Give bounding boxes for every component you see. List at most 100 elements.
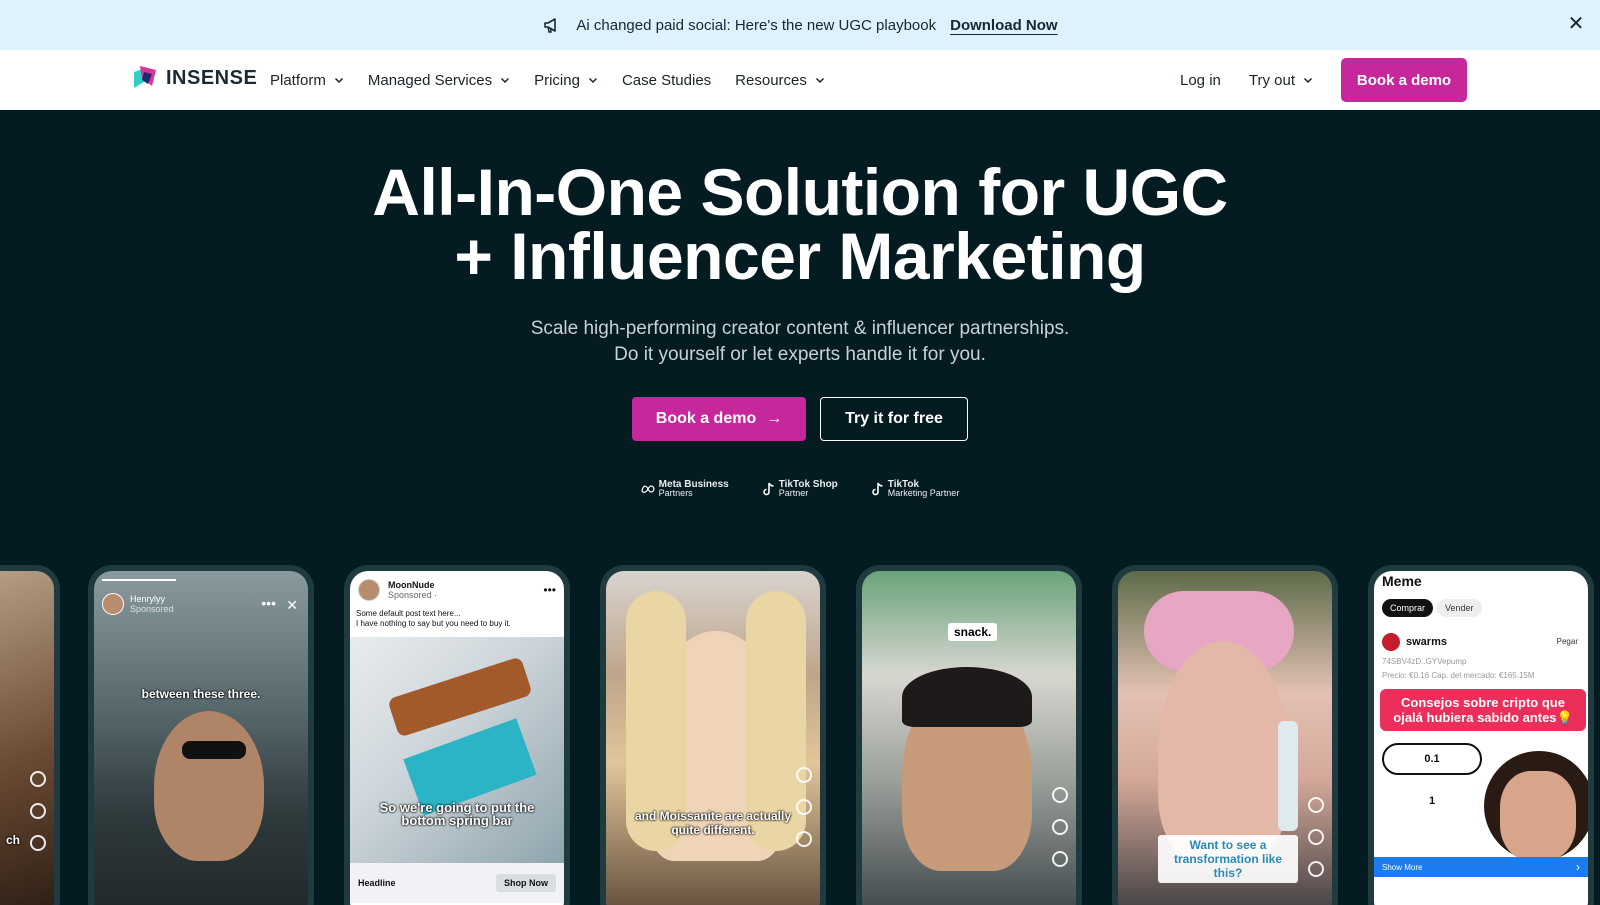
chevron-down-icon bbox=[815, 77, 824, 84]
video-caption: Consejos sobre cripto que ojalá hubiera … bbox=[1380, 689, 1586, 731]
video-caption: So we're going to put the bottom spring … bbox=[350, 801, 564, 827]
creator-video-carousel[interactable]: ch Henrylyy Sponsored ✕ ••• between these… bbox=[0, 565, 1600, 905]
post-footer: Headline Shop Now bbox=[350, 863, 564, 903]
comment-icon[interactable] bbox=[1052, 819, 1068, 835]
nav-item-case-studies[interactable]: Case Studies bbox=[622, 72, 711, 89]
hero-subtitle-line: Scale high-performing creator content & … bbox=[530, 318, 1070, 339]
book-demo-button[interactable]: Book a demo bbox=[1341, 58, 1467, 102]
heart-icon[interactable] bbox=[30, 771, 46, 787]
heart-icon[interactable] bbox=[796, 767, 812, 783]
page-name: MoonNude bbox=[388, 580, 435, 590]
headline-text: Headline bbox=[358, 878, 396, 888]
video-caption: between these three. bbox=[141, 687, 261, 701]
share-icon[interactable] bbox=[1052, 851, 1068, 867]
post-text-line: Some default post text here... bbox=[356, 609, 461, 618]
tiktok-icon bbox=[762, 482, 774, 496]
nav-item-platform[interactable]: Platform bbox=[270, 72, 344, 89]
partner-line: Marketing Partner bbox=[887, 488, 960, 498]
more-icon[interactable]: ••• bbox=[543, 583, 556, 597]
partner-badges: Meta Business Partners TikTok Shop Partner… bbox=[0, 480, 1600, 498]
hair bbox=[902, 667, 1032, 727]
partner-badge-tiktok-shop: TikTok Shop Partner bbox=[762, 480, 838, 498]
heart-icon[interactable] bbox=[1308, 797, 1324, 813]
video-actions bbox=[796, 767, 812, 847]
megaphone-icon bbox=[544, 18, 557, 33]
crypto-app-screen: Meme Comprar Vender swarms Pegar 74SBV4z… bbox=[1374, 571, 1588, 905]
close-icon[interactable]: ✕ bbox=[286, 597, 298, 614]
logo[interactable]: INSENSE bbox=[132, 64, 257, 92]
amount-option[interactable]: 0.1 bbox=[1382, 743, 1482, 775]
partner-line: Partner bbox=[778, 488, 809, 498]
nav-item-managed-services[interactable]: Managed Services bbox=[368, 72, 510, 89]
main-nav: INSENSE Platform Managed Services Pricin… bbox=[0, 50, 1600, 110]
video-screen: ch bbox=[0, 571, 54, 905]
chevron-right-icon: › bbox=[1576, 860, 1580, 874]
download-now-link[interactable]: Download Now bbox=[950, 17, 1058, 34]
share-icon[interactable] bbox=[30, 835, 46, 851]
progress-bar bbox=[102, 579, 176, 581]
comment-icon[interactable] bbox=[1308, 829, 1324, 845]
buy-tab[interactable]: Comprar bbox=[1382, 599, 1434, 617]
paste-button[interactable]: Pegar bbox=[1557, 637, 1578, 646]
phone-card[interactable]: Meme Comprar Vender swarms Pegar 74SBV4z… bbox=[1368, 565, 1594, 905]
nav-actions: Log in Try out Book a demo bbox=[1180, 58, 1467, 102]
hero-subtitle-line: Do it yourself or let experts handle it … bbox=[614, 344, 986, 365]
try-out-dropdown[interactable]: Try out bbox=[1249, 72, 1313, 89]
post-text: Some default post text here... I have no… bbox=[350, 609, 564, 629]
chevron-down-icon bbox=[501, 77, 510, 84]
post-header: MoonNude Sponsored · ••• bbox=[350, 571, 564, 609]
phone-card[interactable]: Henrylyy Sponsored ✕ ••• between these th… bbox=[88, 565, 314, 905]
partner-badge-tiktok-marketing: TikTok Marketing Partner bbox=[872, 480, 960, 498]
hero-section: All-In-One Solution for UGC + Influencer… bbox=[0, 110, 1600, 905]
show-more-bar[interactable]: Show More › bbox=[1374, 857, 1588, 877]
show-more-label: Show More bbox=[1382, 862, 1423, 872]
phone-card[interactable]: MoonNude Sponsored · ••• Some default pos… bbox=[344, 565, 570, 905]
close-icon[interactable]: ✕ bbox=[1566, 14, 1586, 34]
video-screen: and Moissanite are actually quite differ… bbox=[606, 571, 820, 905]
video-actions bbox=[30, 771, 46, 851]
phone-card[interactable]: ch bbox=[0, 565, 60, 905]
cta-label: Book a demo bbox=[655, 410, 757, 427]
phone-card[interactable]: Want to see a transformation like this? bbox=[1112, 565, 1338, 905]
nav-item-label: Managed Services bbox=[367, 71, 493, 89]
nav-item-resources[interactable]: Resources bbox=[735, 72, 825, 89]
nav-item-label: Resources bbox=[735, 71, 807, 89]
share-icon[interactable] bbox=[1308, 861, 1324, 877]
buy-sell-toggle[interactable]: Comprar Vender bbox=[1382, 599, 1482, 617]
insense-logo-icon bbox=[134, 66, 156, 88]
sunglasses bbox=[182, 741, 246, 759]
login-link[interactable]: Log in bbox=[1180, 72, 1221, 89]
chevron-down-icon bbox=[1303, 77, 1313, 84]
nav-menu: Platform Managed Services Pricing Case S… bbox=[270, 50, 825, 110]
comment-icon[interactable] bbox=[796, 799, 812, 815]
hero-ctas: Book a demo → Try it for free bbox=[632, 397, 968, 441]
phone-card[interactable]: and Moissanite are actually quite differ… bbox=[600, 565, 826, 905]
video-screen: Want to see a transformation like this? bbox=[1118, 571, 1332, 905]
amount-option[interactable]: 1 bbox=[1382, 785, 1482, 817]
avatar bbox=[358, 579, 380, 601]
try-free-button[interactable]: Try it for free bbox=[820, 397, 968, 441]
video-screen: Henrylyy Sponsored ✕ ••• between these th… bbox=[94, 571, 308, 905]
partner-line: Partners bbox=[658, 488, 693, 498]
more-icon[interactable]: ••• bbox=[261, 595, 276, 611]
sell-tab[interactable]: Vender bbox=[1437, 599, 1482, 617]
share-icon[interactable] bbox=[796, 831, 812, 847]
nav-item-label: Pricing bbox=[534, 71, 580, 89]
book-demo-cta-button[interactable]: Book a demo → bbox=[632, 397, 806, 441]
hero-title: All-In-One Solution for UGC + Influencer… bbox=[0, 159, 1600, 289]
token-price: Precio: €0.16 Cap. del mercado: €165.15M bbox=[1382, 671, 1535, 680]
nav-item-pricing[interactable]: Pricing bbox=[534, 72, 598, 89]
creator-figure bbox=[1158, 641, 1288, 861]
video-caption: and Moissanite are actually quite differ… bbox=[606, 809, 820, 837]
video-actions bbox=[1052, 787, 1068, 867]
nav-item-label: Platform bbox=[270, 71, 326, 89]
shop-now-button[interactable]: Shop Now bbox=[496, 874, 556, 892]
chevron-down-icon bbox=[588, 77, 597, 84]
app-title: Meme bbox=[1382, 573, 1422, 589]
heart-icon[interactable] bbox=[1052, 787, 1068, 803]
creator-face bbox=[1500, 771, 1576, 861]
announcement-text: Ai changed paid social: Here's the new U… bbox=[576, 16, 937, 34]
phone-card[interactable]: snack. bbox=[856, 565, 1082, 905]
facebook-ad-screen: MoonNude Sponsored · ••• Some default pos… bbox=[350, 571, 564, 905]
comment-icon[interactable] bbox=[30, 803, 46, 819]
